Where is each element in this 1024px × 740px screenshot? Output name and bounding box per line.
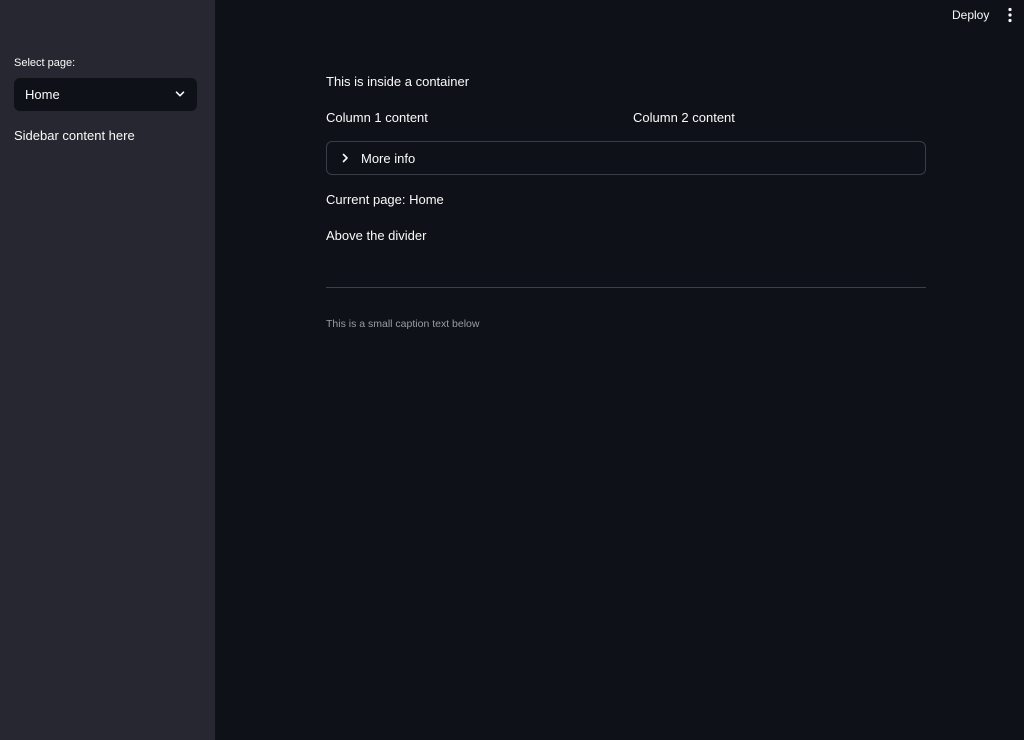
select-page-label: Select page:: [14, 57, 76, 69]
expander-label: More info: [361, 151, 416, 166]
chevron-down-icon: [175, 91, 185, 97]
chevron-right-icon: [342, 153, 348, 163]
divider: [326, 287, 926, 288]
page-select[interactable]: Home: [14, 78, 197, 111]
vertical-ellipsis-icon[interactable]: [1003, 6, 1017, 24]
sidebar: Select page: Home Sidebar content here: [0, 0, 215, 740]
sidebar-content-text: Sidebar content here: [14, 128, 135, 143]
more-info-expander[interactable]: More info: [326, 141, 926, 175]
container-text: This is inside a container: [326, 74, 470, 89]
caption-text: This is a small caption text below: [326, 318, 480, 330]
above-divider-text: Above the divider: [326, 228, 427, 243]
column-1-text: Column 1 content: [326, 110, 428, 125]
column-2-text: Column 2 content: [633, 110, 735, 125]
current-page-text: Current page: Home: [326, 192, 444, 207]
page-select-value: Home: [25, 87, 60, 102]
deploy-button[interactable]: Deploy: [944, 5, 997, 25]
app-root: Select page: Home Sidebar content here D…: [0, 0, 1024, 740]
